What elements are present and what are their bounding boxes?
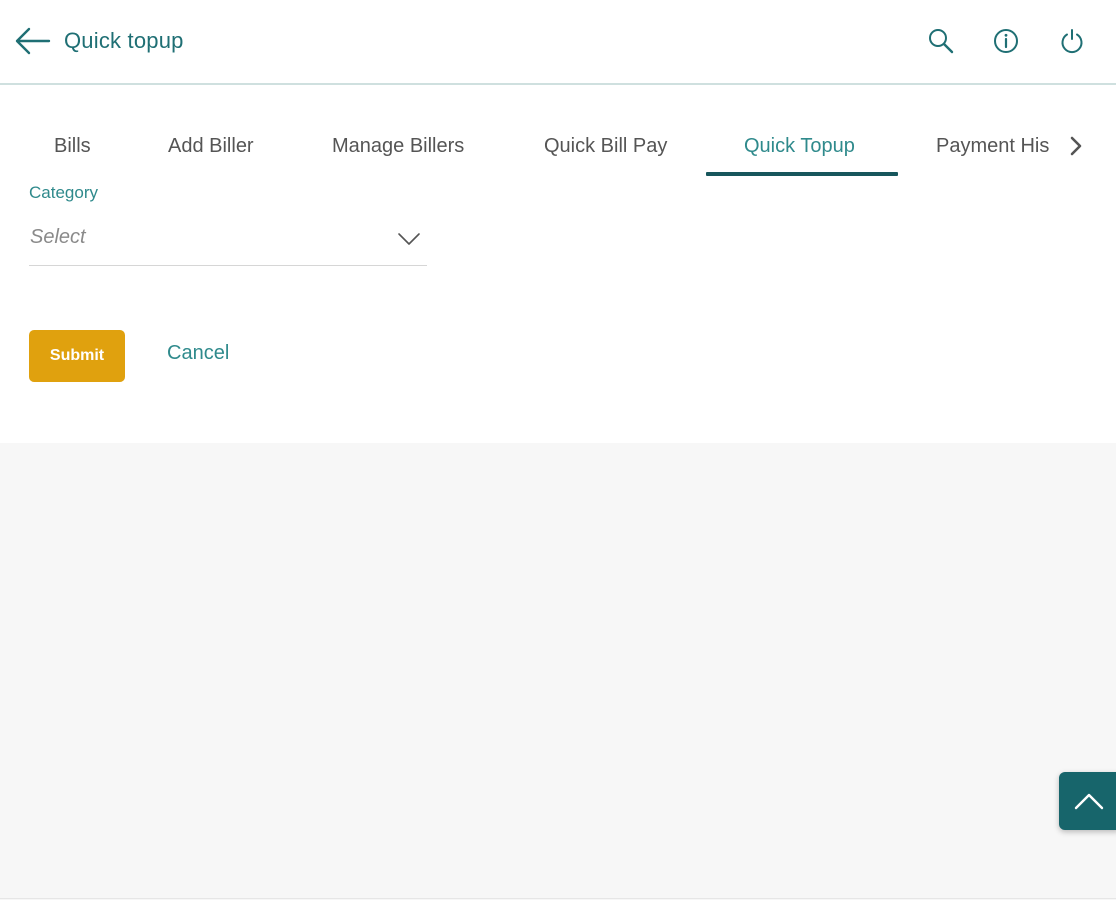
category-select-value: Select xyxy=(30,226,86,248)
arrow-left-icon xyxy=(15,27,51,55)
tab-quick-topup[interactable]: Quick Topup xyxy=(744,135,855,158)
chevron-up-icon xyxy=(1074,793,1104,810)
top-bar: Quick topup xyxy=(0,0,1116,85)
category-select[interactable]: Select xyxy=(29,217,427,266)
scroll-to-top-button[interactable] xyxy=(1059,772,1116,830)
search-icon xyxy=(929,29,954,54)
chevron-right-icon xyxy=(1070,136,1082,156)
tab-add-biller[interactable]: Add Biller xyxy=(168,135,254,158)
search-button[interactable] xyxy=(926,26,956,56)
cancel-button[interactable]: Cancel xyxy=(167,342,229,365)
tab-bills[interactable]: Bills xyxy=(54,135,91,158)
tab-manage-billers[interactable]: Manage Billers xyxy=(332,135,464,158)
info-button[interactable] xyxy=(991,26,1021,56)
category-label: Category xyxy=(29,183,98,202)
content-panel: Bills Add Biller Manage Billers Quick Bi… xyxy=(0,85,1116,443)
active-tab-indicator xyxy=(706,172,898,176)
logout-button[interactable] xyxy=(1057,26,1087,56)
tabs-scroll-right-button[interactable] xyxy=(1064,133,1088,159)
tab-payment-history-label: Payment His xyxy=(936,135,1050,157)
page: Quick topup Bills Add Biller Manage Bill… xyxy=(0,0,1116,900)
back-button[interactable] xyxy=(12,24,52,58)
tab-payment-history[interactable]: Payment His xyxy=(936,135,1050,158)
tab-bar: Bills Add Biller Manage Billers Quick Bi… xyxy=(0,125,1116,177)
info-icon xyxy=(994,29,1018,53)
divider xyxy=(0,898,1116,899)
tab-quick-bill-pay[interactable]: Quick Bill Pay xyxy=(544,135,667,158)
power-icon xyxy=(1061,29,1083,54)
page-title: Quick topup xyxy=(64,28,184,53)
chevron-down-icon xyxy=(398,233,420,245)
submit-button[interactable]: Submit xyxy=(29,330,125,382)
